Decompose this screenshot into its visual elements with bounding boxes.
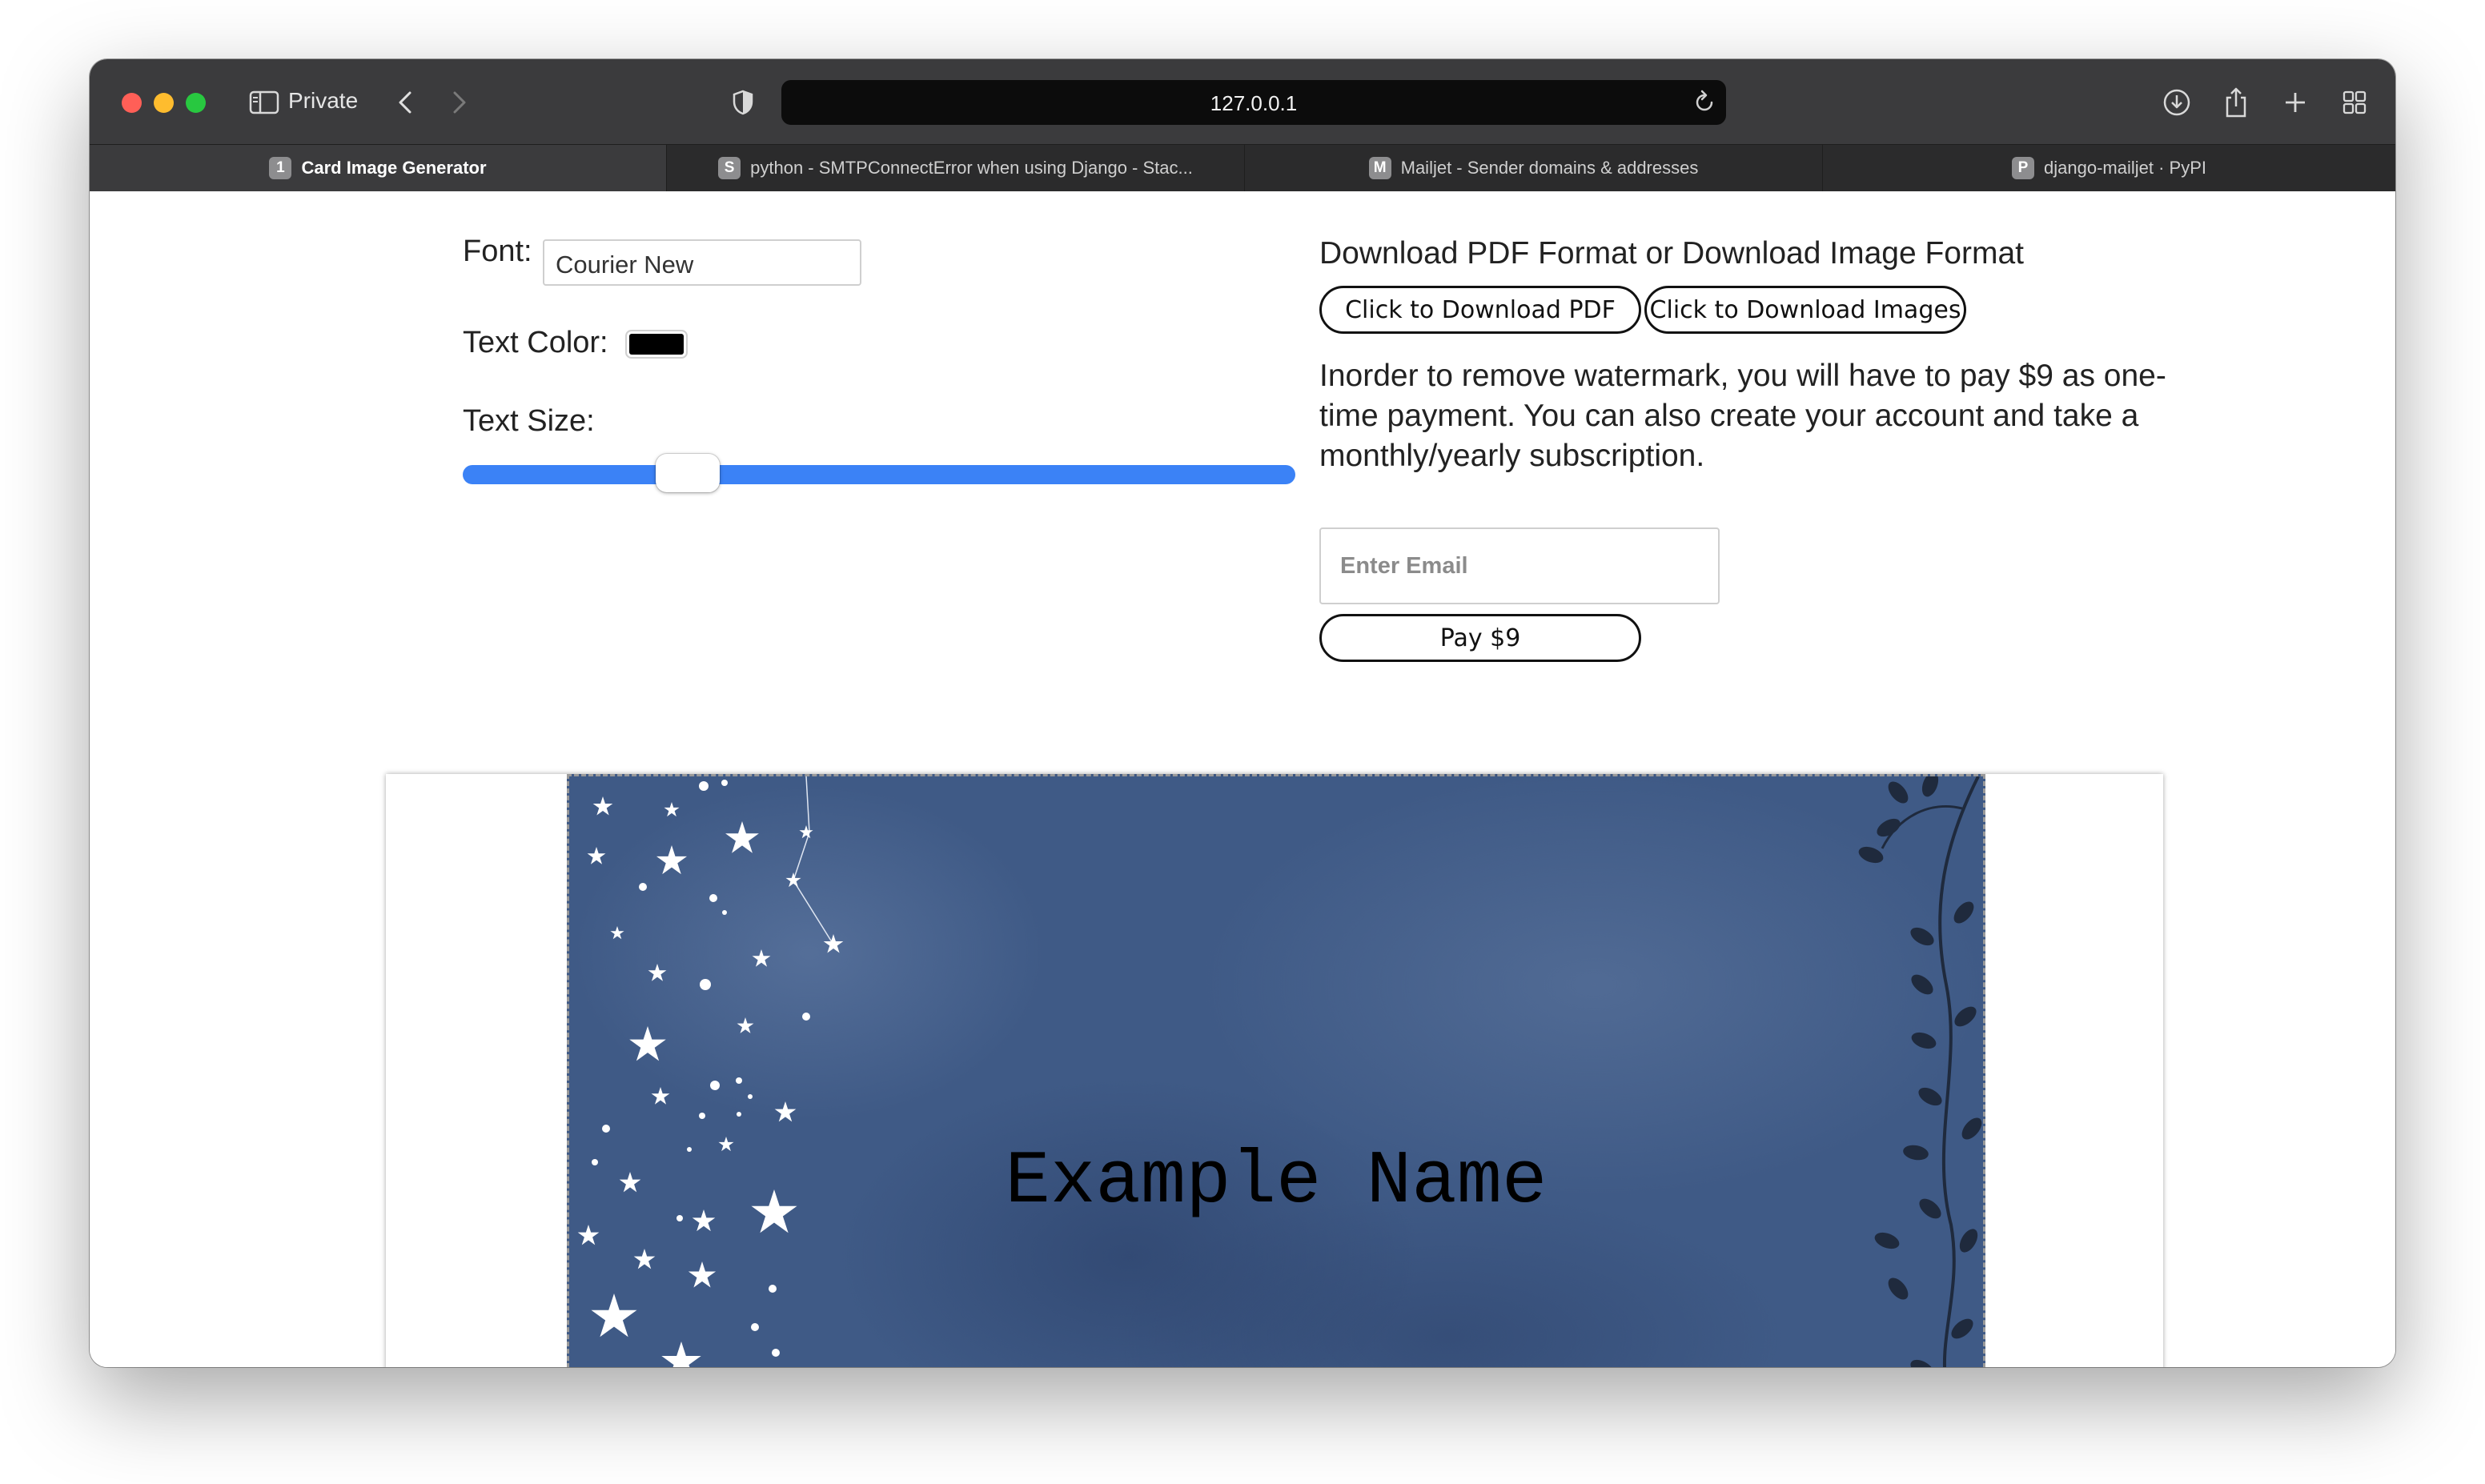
tab-label: Mailjet - Sender domains & addresses	[1400, 158, 1699, 178]
text-color-picker[interactable]	[629, 334, 684, 355]
back-icon[interactable]	[389, 82, 421, 123]
tab-stackoverflow[interactable]: S python - SMTPConnectError when using D…	[666, 145, 1244, 191]
card-preview: Example Name	[567, 774, 1985, 1367]
browser-toolbar: Private 127.0.0.1	[90, 59, 2395, 144]
card-preview-area: Example Name	[386, 774, 2163, 1367]
url-text: 127.0.0.1	[1210, 91, 1298, 115]
font-label: Font:	[463, 235, 532, 268]
new-tab-icon[interactable]	[2277, 82, 2314, 123]
share-icon[interactable]	[2218, 82, 2254, 123]
tab-card-image-generator[interactable]: 1 Card Image Generator	[90, 145, 666, 191]
tab-bar: 1 Card Image Generator S python - SMTPCo…	[90, 144, 2395, 191]
tab-favicon: P	[2012, 157, 2034, 179]
tab-favicon: M	[1368, 157, 1391, 179]
download-pdf-button[interactable]: Click to Download PDF	[1319, 286, 1641, 334]
address-bar[interactable]: 127.0.0.1	[781, 80, 1726, 125]
tab-overview-icon[interactable]	[2336, 82, 2373, 123]
download-heading: Download PDF Format or Download Image Fo…	[1319, 236, 2024, 271]
font-input[interactable]: Courier New	[543, 239, 861, 286]
tab-label: Card Image Generator	[301, 158, 487, 178]
tab-favicon: S	[718, 157, 741, 179]
watermark-notice: Inorder to remove watermark, you will ha…	[1319, 359, 2166, 473]
private-label: Private	[288, 88, 359, 113]
leaf-branch-icon	[1856, 776, 1983, 1367]
pay-button[interactable]: Pay $9	[1319, 614, 1641, 662]
card-name-text: Example Name	[1005, 1140, 1548, 1225]
tab-label: python - SMTPConnectError when using Dja…	[750, 158, 1193, 178]
browser-window: Private 127.0.0.1 1 Card Image Generator…	[90, 59, 2395, 1367]
text-size-label: Text Size:	[463, 404, 595, 438]
downloads-icon[interactable]	[2158, 82, 2195, 123]
sidebar-toggle-icon[interactable]	[247, 82, 282, 123]
download-images-button[interactable]: Click to Download Images	[1644, 286, 1966, 334]
star-icon	[577, 796, 844, 1367]
forward-icon[interactable]	[444, 82, 476, 123]
shield-icon[interactable]	[727, 82, 759, 123]
card-decoration	[577, 776, 1983, 1367]
text-color-label: Text Color:	[463, 326, 608, 359]
close-window-button[interactable]	[122, 93, 142, 113]
tab-favicon: 1	[269, 157, 292, 179]
tab-pypi[interactable]: P django-mailjet · PyPI	[1822, 145, 2395, 191]
reload-icon[interactable]	[1692, 88, 1716, 119]
tab-mailjet[interactable]: M Mailjet - Sender domains & addresses	[1244, 145, 1822, 191]
tab-label: django-mailjet · PyPI	[2044, 158, 2206, 178]
page-content: Font: Courier New Text Color: Text Size:…	[90, 191, 2395, 1367]
text-size-slider-thumb[interactable]	[655, 454, 720, 492]
text-size-slider[interactable]	[463, 465, 1295, 484]
email-input[interactable]: Enter Email	[1319, 527, 1720, 604]
minimize-window-button[interactable]	[154, 93, 174, 113]
zoom-window-button[interactable]	[186, 93, 206, 113]
